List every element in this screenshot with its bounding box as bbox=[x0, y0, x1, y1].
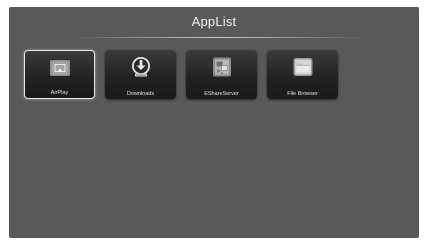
folder-icon bbox=[293, 58, 312, 76]
airplay-icon bbox=[49, 60, 70, 76]
app-tile-eshareserver[interactable]: EShareServer bbox=[186, 50, 257, 99]
app-tile-file-browser[interactable]: File Browser bbox=[267, 50, 338, 99]
app-tile-downloads[interactable]: Downloads bbox=[105, 50, 176, 99]
app-tile-airplay[interactable]: AirPlay bbox=[24, 50, 95, 99]
app-label: EShareServer bbox=[204, 91, 239, 97]
app-label: AirPlay bbox=[50, 90, 69, 96]
app-label: File Browser bbox=[287, 91, 318, 97]
eshare-server-icon bbox=[212, 57, 231, 77]
download-icon bbox=[131, 57, 150, 77]
page-title: AppList bbox=[191, 14, 237, 29]
app-label: Downloads bbox=[126, 91, 155, 97]
title-divider bbox=[69, 37, 369, 38]
app-list-screen: AppList AirPlay Downloads EShareServer F… bbox=[9, 7, 419, 238]
